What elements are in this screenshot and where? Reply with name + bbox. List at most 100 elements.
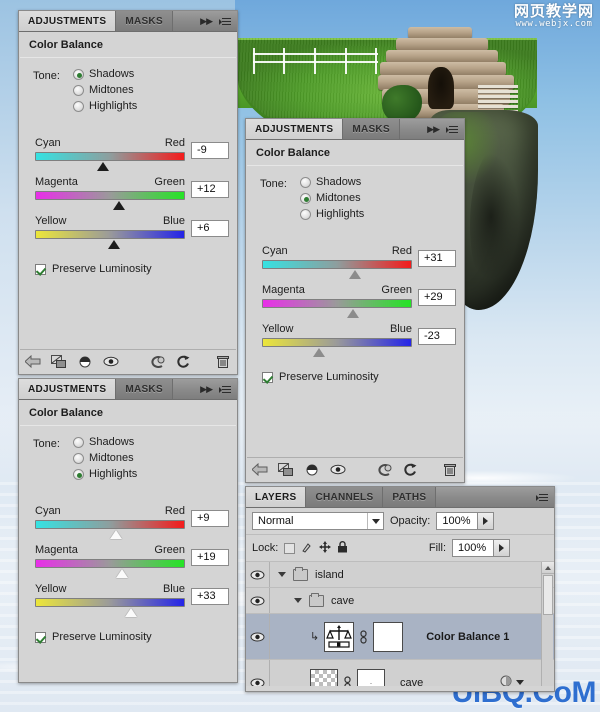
reset-icon[interactable] [397, 459, 423, 481]
layer-visibility-toggle[interactable] [246, 588, 270, 613]
layer-name[interactable]: cave [331, 595, 354, 607]
table-row[interactable]: cave [246, 588, 554, 614]
slider-track-yellow-blue[interactable] [35, 598, 185, 617]
lock-position-icon[interactable] [319, 540, 332, 556]
layer-expand-chevron-icon[interactable] [516, 680, 525, 685]
layer-name[interactable]: cave [400, 677, 423, 687]
tab-adjustments[interactable]: ADJUSTMENTS [246, 119, 344, 139]
table-row[interactable]: · cave [246, 660, 554, 686]
radio-shadows[interactable]: Shadows [73, 68, 137, 80]
link-mask-icon[interactable] [343, 675, 352, 686]
slider-value-magenta-green[interactable]: +12 [191, 181, 229, 198]
layer-name[interactable]: Color Balance 1 [426, 631, 509, 643]
slider-knob-yellow-blue[interactable] [124, 608, 137, 617]
lock-image-icon[interactable] [301, 541, 313, 556]
slider-yellow-blue[interactable]: Yellow Blue +6 [35, 210, 229, 249]
slider-track-magenta-green[interactable] [35, 191, 185, 210]
previous-state-icon[interactable] [144, 351, 170, 373]
tab-layers[interactable]: LAYERS [246, 487, 307, 507]
tab-paths[interactable]: PATHS [383, 487, 437, 507]
back-arrow-icon[interactable] [247, 459, 273, 481]
preserve-luminosity-checkbox[interactable]: Preserve Luminosity [35, 263, 237, 275]
panel-menu-icon[interactable] [219, 385, 231, 394]
delete-icon[interactable] [210, 351, 236, 373]
clip-to-layer-icon[interactable] [273, 459, 299, 481]
slider-knob-magenta-green[interactable] [112, 201, 125, 210]
link-mask-icon[interactable] [359, 629, 368, 644]
slider-value-cyan-red[interactable]: +31 [418, 250, 456, 267]
slider-magenta-green[interactable]: Magenta Green +19 [35, 539, 229, 578]
chevron-down-icon[interactable] [367, 513, 383, 529]
lock-all-icon[interactable] [337, 540, 348, 556]
slider-value-yellow-blue[interactable]: +6 [191, 220, 229, 237]
collapse-chevrons-icon[interactable]: ▶▶ [427, 124, 440, 135]
slider-knob-magenta-green[interactable] [115, 569, 128, 578]
tab-adjustments[interactable]: ADJUSTMENTS [19, 379, 117, 399]
layer-thumbnail[interactable] [310, 668, 338, 686]
slider-knob-cyan-red[interactable] [109, 530, 122, 539]
layer-visibility-toggle[interactable] [246, 614, 270, 659]
layer-visibility-toggle[interactable] [246, 562, 270, 587]
fill-input[interactable]: 100% [452, 539, 494, 557]
tab-masks[interactable]: MASKS [116, 379, 173, 399]
radio-highlights[interactable]: Highlights [73, 100, 137, 112]
collapse-chevrons-icon[interactable]: ▶▶ [200, 384, 213, 395]
layers-scrollbar[interactable] [541, 562, 554, 686]
scroll-up-button[interactable] [542, 562, 554, 574]
slider-magenta-green[interactable]: Magenta Green +29 [262, 279, 456, 318]
slider-value-cyan-red[interactable]: +9 [191, 510, 229, 527]
scrollbar-thumb[interactable] [543, 575, 553, 615]
slider-cyan-red[interactable]: Cyan Red -9 [35, 132, 229, 171]
slider-value-magenta-green[interactable]: +29 [418, 289, 456, 306]
layer-mask-thumbnail[interactable] [373, 621, 404, 652]
reset-icon[interactable] [170, 351, 196, 373]
radio-shadows[interactable]: Shadows [73, 436, 137, 448]
slider-track-cyan-red[interactable] [262, 260, 412, 279]
contrast-toggle-icon[interactable] [72, 351, 98, 373]
layer-mask-thumbnail[interactable]: · [357, 668, 385, 686]
slider-track-magenta-green[interactable] [262, 299, 412, 318]
slider-value-yellow-blue[interactable]: +33 [191, 588, 229, 605]
slider-cyan-red[interactable]: Cyan Red +31 [262, 240, 456, 279]
previous-state-icon[interactable] [371, 459, 397, 481]
slider-magenta-green[interactable]: Magenta Green +12 [35, 171, 229, 210]
slider-value-magenta-green[interactable]: +19 [191, 549, 229, 566]
slider-track-yellow-blue[interactable] [35, 230, 185, 249]
opacity-stepper-icon[interactable] [478, 512, 495, 530]
radio-midtones[interactable]: Midtones [73, 84, 137, 96]
adjustment-thumbnail[interactable] [324, 621, 355, 652]
delete-icon[interactable] [437, 459, 463, 481]
panel-menu-icon[interactable] [219, 17, 231, 26]
panel-menu-icon[interactable] [446, 125, 458, 134]
fill-stepper-icon[interactable] [494, 539, 510, 557]
preserve-luminosity-checkbox[interactable]: Preserve Luminosity [35, 631, 237, 643]
table-row[interactable]: island [246, 562, 554, 588]
eye-preview-icon[interactable] [98, 351, 124, 373]
contrast-toggle-icon[interactable] [299, 459, 325, 481]
radio-highlights[interactable]: Highlights [300, 208, 364, 220]
slider-track-magenta-green[interactable] [35, 559, 185, 578]
slider-track-cyan-red[interactable] [35, 520, 185, 539]
slider-cyan-red[interactable]: Cyan Red +9 [35, 500, 229, 539]
eye-preview-icon[interactable] [325, 459, 351, 481]
table-row[interactable]: ↳ Color Balance 1 [246, 614, 554, 660]
tab-adjustments[interactable]: ADJUSTMENTS [19, 11, 117, 31]
slider-value-cyan-red[interactable]: -9 [191, 142, 229, 159]
slider-track-yellow-blue[interactable] [262, 338, 412, 357]
panel-menu-icon[interactable] [536, 493, 548, 502]
tab-masks[interactable]: MASKS [343, 119, 400, 139]
slider-knob-yellow-blue[interactable] [108, 240, 121, 249]
slider-yellow-blue[interactable]: Yellow Blue -23 [262, 318, 456, 357]
slider-knob-magenta-green[interactable] [347, 309, 360, 318]
slider-track-cyan-red[interactable] [35, 152, 185, 171]
slider-yellow-blue[interactable]: Yellow Blue +33 [35, 578, 229, 617]
radio-midtones[interactable]: Midtones [73, 452, 137, 464]
radio-shadows[interactable]: Shadows [300, 176, 364, 188]
slider-knob-cyan-red[interactable] [348, 270, 361, 279]
blend-mode-select[interactable]: Normal [252, 512, 384, 530]
group-expand-icon[interactable] [278, 572, 286, 577]
layer-visibility-toggle[interactable] [246, 660, 270, 686]
radio-highlights[interactable]: Highlights [73, 468, 137, 480]
back-arrow-icon[interactable] [20, 351, 46, 373]
clip-to-layer-icon[interactable] [46, 351, 72, 373]
